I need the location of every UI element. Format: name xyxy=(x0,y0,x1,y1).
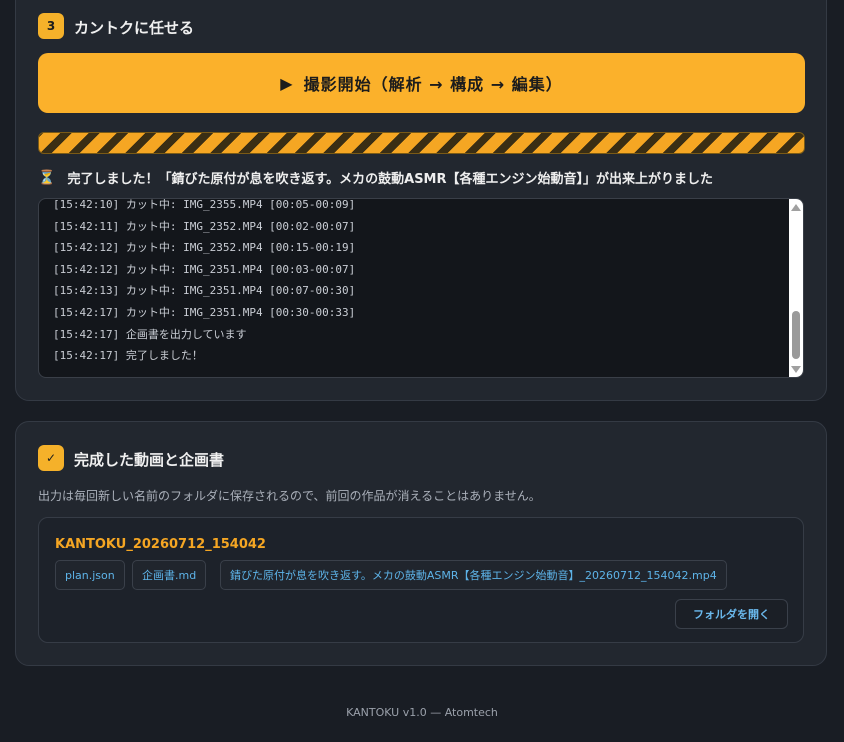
log-list: [15:42:10] カット中: IMG_2355.MP4 [00:05-00:… xyxy=(53,198,356,367)
log-line: [15:42:11] カット中: IMG_2352.MP4 [00:02-00:… xyxy=(53,219,356,233)
scroll-down-arrow-icon[interactable] xyxy=(791,366,801,373)
output-folder-box: KANTOKU_20260712_154042 plan.json 企画書.md… xyxy=(38,517,804,643)
log-line: [15:42:17] カット中: IMG_2351.MP4 [00:30-00:… xyxy=(53,305,356,319)
status-line: ⏳ 完了しました！「錆びた原付が息を吹き返す。メカの鼓動ASMR【各種エンジン始… xyxy=(38,168,818,188)
file-chip-plan-md[interactable]: 企画書.md xyxy=(132,560,207,590)
log-line: [15:42:17] 完了しました！ xyxy=(53,349,203,363)
footer-text: KANTOKU v1.0 — Atomtech xyxy=(346,706,498,719)
result-description: 出力は毎回新しい名前のフォルダに保存されるので、前回の作品が消えることはありませ… xyxy=(38,489,541,503)
result-title: 完成した動画と企画書 xyxy=(74,451,225,469)
step3-card: 3 カントクに任せる ▶ 撮影開始（解析 → 構成 → 編集） ⏳ 完了しました… xyxy=(15,0,827,401)
log-line: [15:42:10] カット中: IMG_2355.MP4 [00:05-00:… xyxy=(53,198,356,211)
start-button-label: 撮影開始（解析 → 構成 → 編集） xyxy=(303,75,563,94)
result-card: ✓ 完成した動画と企画書 出力は毎回新しい名前のフォルダに保存されるので、前回の… xyxy=(15,421,827,666)
log-line: [15:42:17] 企画書を出力しています xyxy=(53,327,247,341)
scroll-up-arrow-icon[interactable] xyxy=(791,204,801,211)
open-folder-button[interactable]: フォルダを開く xyxy=(675,599,788,629)
hourglass-icon: ⏳ xyxy=(38,169,56,186)
log-scrollbar[interactable] xyxy=(789,199,803,377)
progress-bar xyxy=(38,132,805,154)
output-folder-name: KANTOKU_20260712_154042 xyxy=(55,537,266,552)
log-line: [15:42:12] カット中: IMG_2351.MP4 [00:03-00:… xyxy=(53,262,356,276)
checkmark-icon: ✓ xyxy=(38,445,64,471)
file-chip-plan-json[interactable]: plan.json xyxy=(55,560,125,590)
log-panel[interactable]: [15:42:10] カット中: IMG_2355.MP4 [00:05-00:… xyxy=(38,198,804,378)
play-icon: ▶ xyxy=(280,73,294,93)
status-text: 完了しました！「錆びた原付が息を吹き返す。メカの鼓動ASMR【各種エンジン始動音… xyxy=(67,172,714,187)
step3-title: カントクに任せる xyxy=(74,19,195,37)
file-chip-video[interactable]: 錆びた原付が息を吹き返す。メカの鼓動ASMR【各種エンジン始動音】_202607… xyxy=(220,560,727,590)
log-line: [15:42:13] カット中: IMG_2351.MP4 [00:07-00:… xyxy=(53,284,356,298)
scrollbar-thumb[interactable] xyxy=(792,311,800,359)
start-shooting-button[interactable]: ▶ 撮影開始（解析 → 構成 → 編集） xyxy=(38,53,805,113)
step-number-badge: 3 xyxy=(38,13,64,39)
log-line: [15:42:12] カット中: IMG_2352.MP4 [00:15-00:… xyxy=(53,241,356,255)
